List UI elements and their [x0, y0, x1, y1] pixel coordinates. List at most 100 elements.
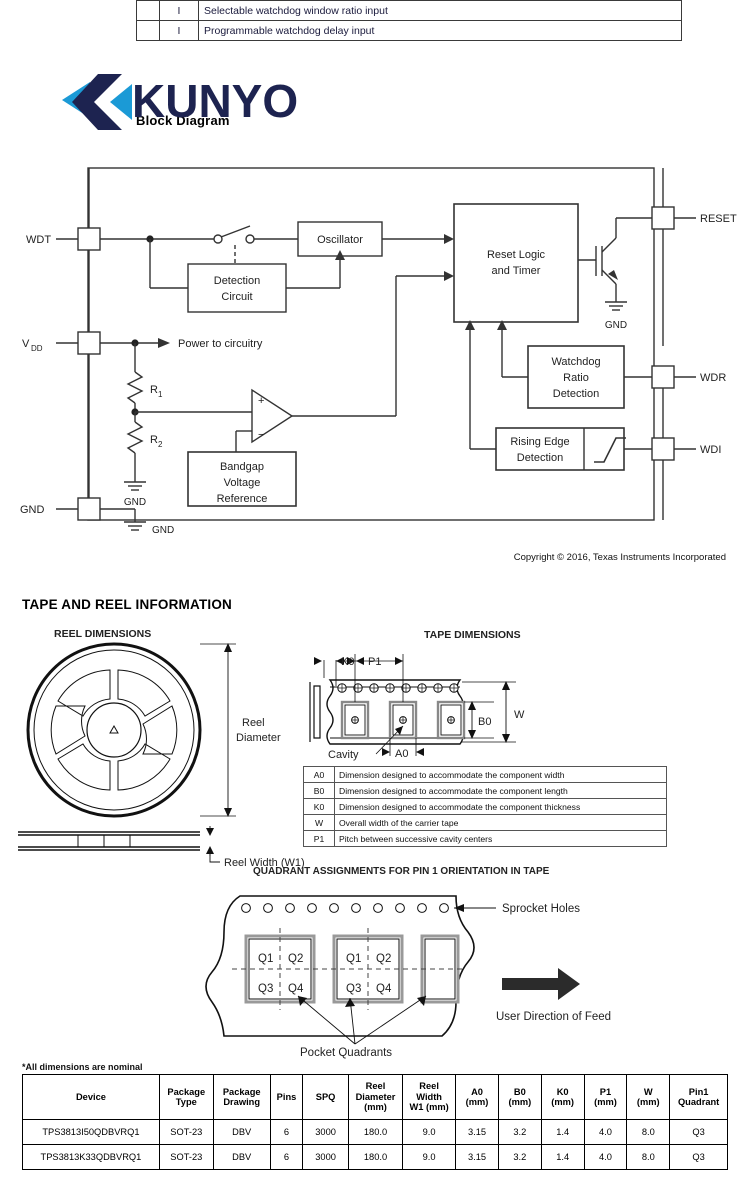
block-label-rising-edge-1: Rising Edge — [510, 436, 569, 448]
cell-package-drawing: DBV — [212, 1119, 271, 1145]
comparator-minus-label: − — [258, 429, 264, 441]
header-w: W (mm) — [626, 1074, 671, 1120]
quadrant-label-q1-2: Q1 — [346, 953, 361, 965]
sprocket-holes-label: Sprocket Holes — [502, 903, 580, 915]
header-a0-line2: (mm) — [465, 1097, 489, 1107]
header-b0-line1: B0 — [513, 1086, 526, 1097]
dimension-definitions-table: A0 Dimension designed to accommodate the… — [303, 766, 667, 847]
pin-box-reset — [651, 206, 675, 230]
header-a0-line1: A0 — [471, 1086, 483, 1097]
header-package-type: Package Type — [158, 1074, 214, 1120]
table-row: W Overall width of the carrier tape — [303, 814, 667, 831]
cell-a0: 3.15 — [455, 1144, 499, 1170]
tape-and-reel-heading: TAPE AND REEL INFORMATION — [22, 597, 232, 612]
logo-chevron-icon — [72, 74, 122, 130]
pin-label-gnd: GND — [20, 504, 45, 516]
quadrant-label-q2: Q2 — [288, 953, 303, 965]
table-row: K0 Dimension designed to accommodate the… — [303, 798, 667, 815]
resistor-r2 — [126, 421, 144, 454]
tape-dimensions-diagram: K0 P1 A0 B0 W Cavity — [309, 654, 525, 761]
reel-diameter-label-1: Reel — [242, 717, 265, 729]
quadrant-label-q2-2: Q2 — [376, 953, 391, 965]
dimension-key: W — [303, 814, 335, 831]
dimension-key: A0 — [303, 766, 335, 783]
label-gnd-transistor: GND — [605, 320, 627, 331]
cell-device: TPS3813I50QDBVRQ1 — [22, 1119, 160, 1145]
cell-a0: 3.15 — [455, 1119, 499, 1145]
pin-box-wdr — [651, 365, 675, 389]
header-reel-width-line2: Width — [416, 1091, 442, 1102]
tape-label-p1: P1 — [368, 656, 381, 668]
cell-pins: 6 — [269, 1144, 304, 1170]
pin-io-cell: I — [159, 0, 199, 21]
block-label-detection-1: Detection — [214, 275, 260, 287]
switch-terminal-left — [213, 234, 223, 244]
cell-b0: 3.2 — [497, 1119, 542, 1145]
table-row: B0 Dimension designed to accommodate the… — [303, 782, 667, 799]
logo-triangle-icon — [62, 82, 90, 118]
block-label-detection-2: Circuit — [221, 291, 252, 303]
label-r2: R — [150, 434, 158, 446]
header-pin1-quadrant: Pin1 Quadrant — [669, 1074, 728, 1120]
header-pin1-line2: Quadrant — [677, 1097, 720, 1107]
block-reset-logic-timer — [453, 203, 579, 323]
block-detection-circuit — [187, 263, 287, 313]
pin-label-vdd: V — [22, 338, 30, 350]
cell-package-type: SOT-23 — [158, 1119, 214, 1145]
header-k0-line2: (mm) — [551, 1097, 575, 1107]
copyright-notice: Copyright © 2016, Texas Instruments Inco… — [513, 552, 726, 563]
cell-spq: 3000 — [302, 1144, 349, 1170]
header-p1-line2: (mm) — [594, 1097, 617, 1107]
pin-label-wdt: WDT — [26, 234, 51, 246]
header-package-drawing-line1: Package — [222, 1086, 261, 1097]
pin-label-reset: RESET — [700, 213, 737, 225]
block-label-wd-ratio-2: Ratio — [563, 372, 589, 384]
reel-hub — [86, 702, 142, 758]
table-row: I Programmable watchdog delay input — [136, 20, 682, 41]
cell-p1: 4.0 — [583, 1119, 628, 1145]
cell-w: 8.0 — [626, 1144, 671, 1170]
pin-box-gnd — [77, 497, 101, 521]
cell-w: 8.0 — [626, 1119, 671, 1145]
user-direction-label: User Direction of Feed — [496, 1011, 611, 1023]
resistor-r1 — [126, 371, 144, 404]
dimension-text: Pitch between successive cavity centers — [334, 830, 667, 847]
pin-label-wdi: WDI — [700, 444, 721, 456]
label-power-to-circuitry: Power to circuitry — [178, 338, 263, 350]
dimension-text: Dimension designed to accommodate the co… — [334, 766, 667, 783]
quadrant-label-q3: Q3 — [258, 983, 273, 995]
label-gnd-r2: GND — [124, 497, 146, 508]
datasheet-page: I Supply voltage and supervising input I… — [0, 0, 750, 1200]
cell-pin1-quadrant: Q3 — [669, 1144, 728, 1170]
dimension-definitions-body: A0 Dimension designed to accommodate the… — [303, 766, 667, 847]
tape-label-w: W — [514, 709, 525, 721]
header-k0-line1: K0 — [556, 1086, 569, 1097]
switch-terminal-right — [245, 234, 255, 244]
cell-p1: 4.0 — [583, 1144, 628, 1170]
table-row: TPS3813I50QDBVRQ1 SOT-23 DBV 6 3000 180.… — [22, 1119, 728, 1145]
cell-device: TPS3813K33QDBVRQ1 — [22, 1144, 160, 1170]
dimension-text: Dimension designed to accommodate the co… — [334, 798, 667, 815]
header-w-line1: W — [643, 1086, 653, 1097]
label-gnd-pin-symbol: GND — [152, 525, 174, 536]
nominal-dimensions-note: *All dimensions are nominal — [22, 1062, 143, 1072]
block-diagram: WDT V DD GND RESET WDR WDI Oscillator De… — [20, 167, 737, 536]
cell-reel-width: 9.0 — [402, 1144, 457, 1170]
arrow-head — [158, 338, 170, 348]
header-pin1-line1: Pin1 — [688, 1086, 709, 1097]
direction-of-feed-arrow — [502, 968, 580, 1000]
header-b0: B0 (mm) — [497, 1074, 542, 1120]
quadrant-label-q1: Q1 — [258, 953, 273, 965]
header-a0: A0 (mm) — [455, 1074, 499, 1120]
header-p1-line1: P1 — [599, 1086, 612, 1097]
header-reel-width-line1: Reel — [419, 1081, 439, 1092]
pin-box-vdd — [77, 331, 101, 355]
table-row: I Selectable watchdog window ratio input — [136, 0, 682, 21]
label-r1: R — [150, 384, 158, 396]
header-device: Device — [22, 1074, 160, 1120]
pin-table-body: I Supply voltage and supervising input I… — [136, 0, 682, 41]
tape-label-a0: A0 — [395, 748, 408, 760]
pin-description-cell: Selectable watchdog window ratio input — [198, 0, 682, 21]
cell-reel-diameter: 180.0 — [347, 1144, 404, 1170]
device-table-head: Device Package Type Package Drawing Pins… — [22, 1074, 728, 1120]
